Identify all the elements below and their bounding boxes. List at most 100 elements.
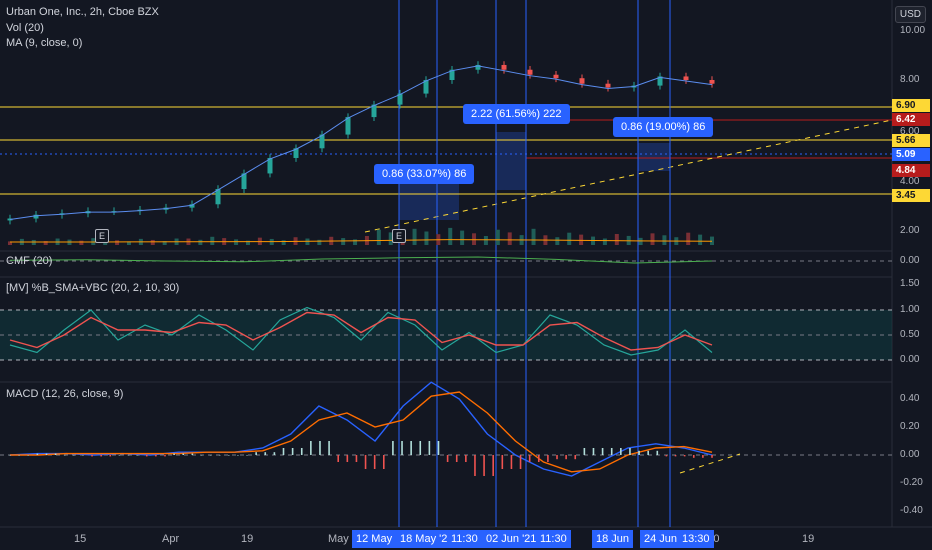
candle-body	[553, 74, 559, 79]
volume-bar	[150, 239, 155, 245]
macd-histogram-bar	[702, 455, 704, 458]
mv-band-fill	[0, 310, 892, 360]
volume-bar	[424, 231, 429, 245]
macd-histogram-bar	[337, 455, 340, 462]
macd-histogram-bar	[519, 455, 522, 469]
macd-histogram-bar	[136, 455, 139, 456]
candle-body	[501, 64, 507, 70]
macd-histogram-bar	[410, 441, 412, 455]
macd-histogram-bar	[574, 455, 577, 460]
volume-bar	[507, 232, 512, 245]
macd-histogram-bar	[246, 455, 248, 456]
volume-bar	[79, 240, 84, 245]
mv-tick-label: 1.50	[900, 278, 920, 289]
macd-histogram-bar	[109, 455, 112, 457]
indicator-lines	[9, 65, 713, 477]
macd-trendline[interactable]	[679, 453, 741, 474]
macd-histogram-bar	[164, 455, 166, 457]
macd-tick-label: 0.00	[900, 449, 920, 460]
macd-tick-label: 0.40	[900, 393, 920, 404]
macd-histogram-bar	[610, 448, 613, 455]
time-highlight-tag: 11:30	[536, 530, 571, 548]
macd-histogram-bar	[18, 455, 20, 456]
macd-histogram-bar	[364, 455, 367, 469]
volume-bar	[281, 240, 286, 245]
volume-bar	[210, 236, 215, 245]
candle-body	[527, 69, 533, 75]
macd-histogram-bar	[492, 455, 494, 476]
macd-histogram-bar	[583, 448, 586, 455]
macd-histogram-bar	[200, 455, 203, 456]
macd-histogram-bar	[91, 455, 93, 457]
earnings-marker[interactable]: E	[392, 229, 406, 243]
measure-box-1[interactable]	[399, 184, 459, 220]
price-tick-label: 8.00	[900, 74, 920, 85]
price-tag: 6.42	[892, 113, 930, 126]
volume-bar	[638, 237, 643, 245]
macd-histogram-bar	[665, 455, 668, 457]
macd-histogram-bar	[45, 453, 48, 455]
macd-histogram-bar	[54, 453, 57, 455]
price-tag: 6.90	[892, 99, 930, 112]
time-tick-label: 19	[241, 533, 254, 545]
mv-tick-label: 0.00	[900, 354, 920, 365]
macd-legend[interactable]: MACD (12, 26, close, 9)	[6, 388, 123, 400]
macd-histogram-bar	[455, 455, 458, 462]
macd-histogram-bar	[319, 441, 321, 455]
volume-bar	[555, 237, 560, 245]
volume-bar	[376, 229, 381, 245]
macd-histogram-bar	[310, 441, 312, 455]
macd-histogram-bar	[182, 453, 185, 455]
macd-histogram-bar	[82, 455, 84, 456]
macd-histogram-bar	[100, 455, 102, 457]
volume-bar	[614, 233, 619, 245]
candle-body	[605, 83, 611, 88]
vol-legend[interactable]: Vol (20)	[6, 22, 44, 34]
measure-box-2[interactable]	[496, 132, 526, 190]
volume-bar	[412, 228, 417, 245]
chart-canvas[interactable]	[0, 0, 932, 550]
volume-bar	[650, 233, 655, 245]
measure-box-3[interactable]	[638, 143, 670, 171]
time-highlight-tag: 12 May	[352, 530, 397, 548]
time-tick-label: 15	[74, 533, 87, 545]
macd-histogram-bar	[683, 455, 686, 457]
macd-tick-label: -0.40	[900, 505, 923, 516]
macd-histogram-bar	[711, 455, 713, 458]
macd-histogram-bar	[674, 455, 677, 457]
ma-legend[interactable]: MA (9, close, 0)	[6, 37, 82, 49]
macd-histogram-bar	[228, 455, 230, 456]
macd-histogram-bar	[510, 455, 513, 469]
time-highlight-tag: 18 Jun	[592, 530, 634, 548]
measure-label-3[interactable]: 0.86 (19.00%) 86	[613, 117, 714, 137]
macd-histogram-bar	[237, 455, 239, 456]
macd-histogram-bar	[9, 455, 11, 456]
macd-tick-label: 0.20	[900, 421, 920, 432]
macd-histogram-bar	[63, 455, 66, 456]
macd-histogram-bar	[264, 452, 267, 455]
earnings-marker[interactable]: E	[95, 229, 109, 243]
volume-bar	[483, 236, 488, 245]
macd-histogram-bar	[446, 455, 449, 462]
macd-histogram-bar	[437, 441, 440, 455]
cmf-legend[interactable]: CMF (20)	[6, 255, 52, 267]
volume-bar	[662, 235, 667, 245]
measure-label-1[interactable]: 0.86 (33.07%) 86	[374, 164, 475, 184]
cmf-tick-label: 0.00	[900, 255, 920, 266]
symbol-title[interactable]: Urban One, Inc., 2h, Cboe BZX	[6, 6, 159, 18]
volume-bar	[234, 239, 239, 245]
macd-histogram-bar	[300, 448, 303, 455]
macd-histogram-bar	[191, 453, 194, 455]
macd-histogram-bar	[537, 455, 540, 462]
volume-bar	[198, 239, 203, 245]
currency-button[interactable]: USD	[894, 6, 926, 23]
volume-bar	[602, 238, 607, 245]
macd-histogram-bar	[501, 455, 504, 469]
macd-histogram-bar	[273, 452, 276, 455]
macd-histogram-bar	[565, 455, 567, 460]
macd-histogram-bar	[547, 455, 549, 462]
price-tick-label: 2.00	[900, 225, 920, 236]
mv-legend[interactable]: [MV] %B_SMA+VBC (20, 2, 10, 30)	[6, 282, 179, 294]
measure-label-2[interactable]: 2.22 (61.56%) 222	[463, 104, 570, 124]
macd-signal-line	[10, 391, 713, 473]
